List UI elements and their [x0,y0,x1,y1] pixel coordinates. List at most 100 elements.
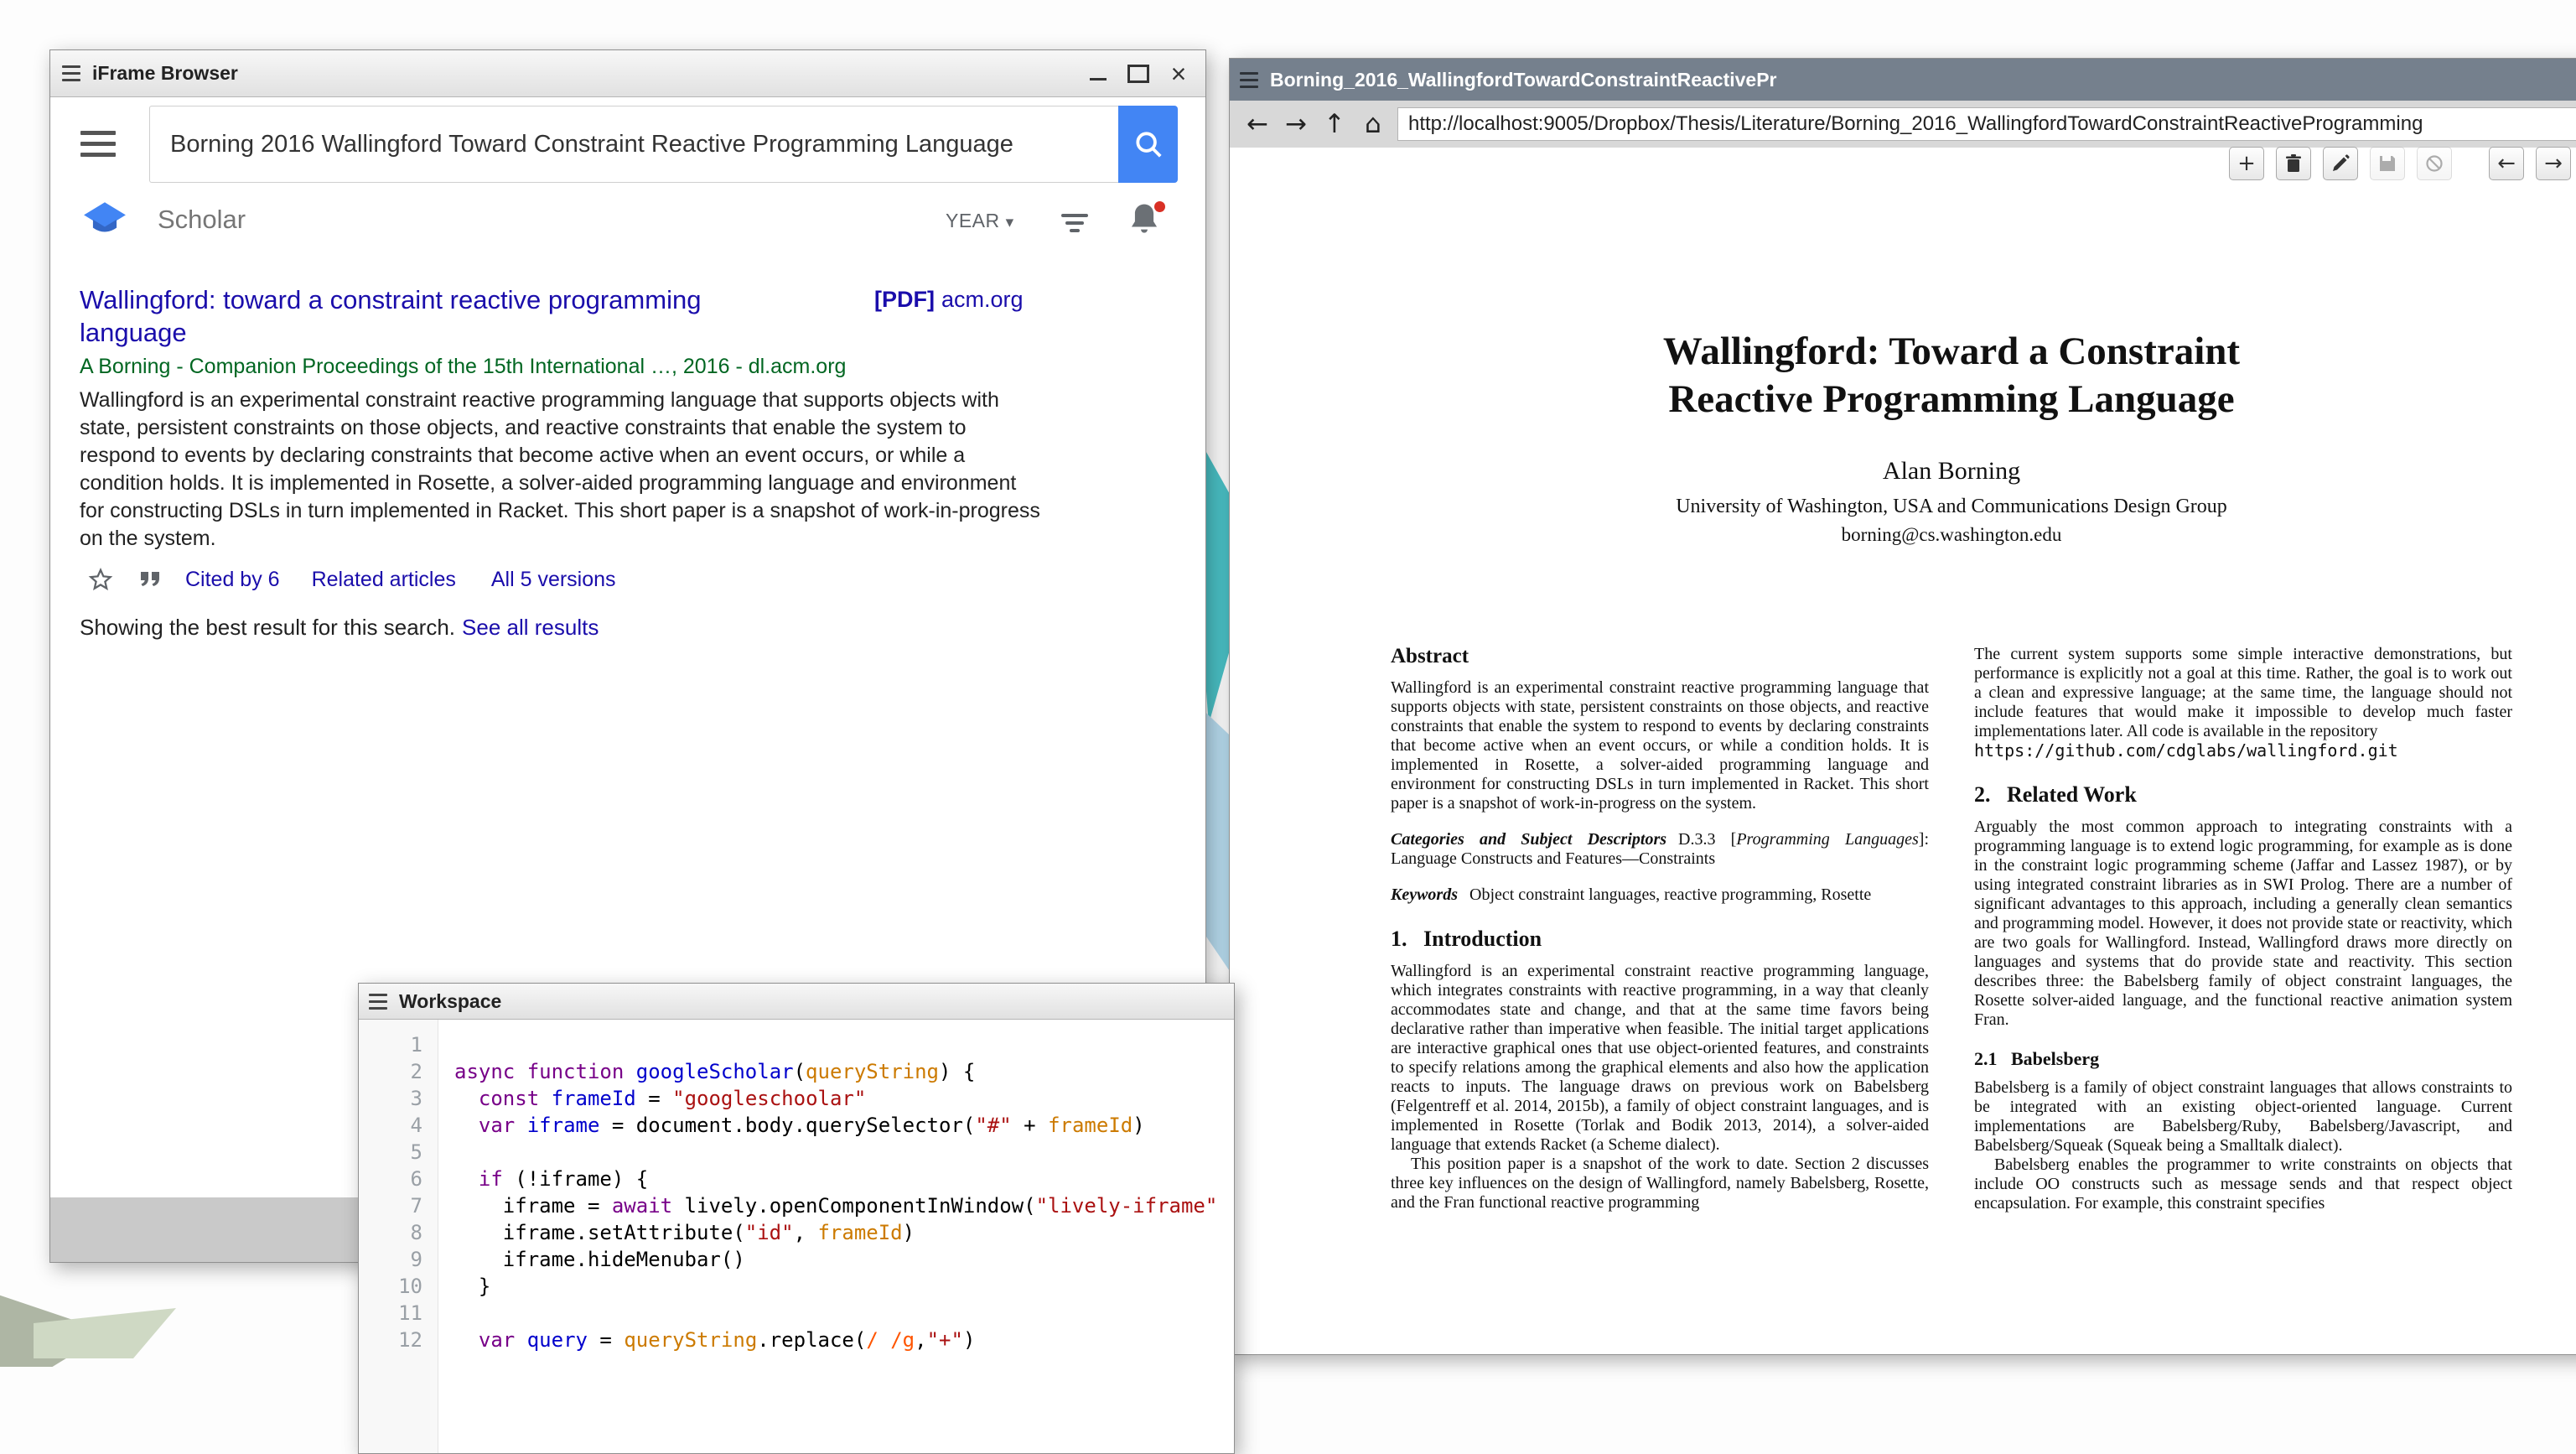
intro-paragraph-2: This position paper is a snapshot of the… [1391,1155,1929,1213]
filter-icon[interactable] [1056,208,1093,238]
cancel-button[interactable] [2417,147,2452,180]
paper-title-line1: Wallingford: Toward a Constraint [1391,328,2512,376]
code-text: iframe.setAttribute("id", frameId) [438,1219,915,1246]
line-number: 8 [359,1219,438,1246]
paper-page: Wallingford: Toward a Constraint Reactiv… [1391,328,2512,1213]
result-title-link[interactable]: Wallingford: toward a constraint reactiv… [80,283,809,349]
related-articles-link[interactable]: Related articles [312,568,456,592]
code-line[interactable]: 7 iframe = await lively.openComponentInW… [359,1192,1234,1219]
result-byline: A Borning - Companion Proceedings of the… [80,355,1090,379]
add-button[interactable]: + [2229,147,2264,180]
line-number: 3 [359,1085,438,1112]
paper-email: borning@cs.washington.edu [1391,524,2512,546]
page-prev-button[interactable]: ← [2489,147,2524,180]
workspace-title: Workspace [399,990,501,1013]
maximize-icon [1127,65,1149,83]
paper-author: Alan Borning [1391,457,2512,486]
chevron-down-icon: ▾ [1006,214,1014,231]
window-title: iFrame Browser [92,62,238,85]
section-1-heading: 1. Introduction [1391,927,1929,952]
edit-button[interactable] [2323,147,2358,180]
code-text: var query = queryString.replace(/ /g,"+"… [438,1327,975,1353]
back-button[interactable]: ← [1238,105,1277,143]
code-line[interactable]: 5 [359,1139,1234,1166]
url-input[interactable] [1397,107,2576,141]
minimize-icon [1090,78,1107,80]
code-line[interactable]: 8 iframe.setAttribute("id", frameId) [359,1219,1234,1246]
cited-by-link[interactable]: Cited by 6 [185,568,280,592]
window-menu-icon[interactable] [369,991,387,1011]
line-number: 6 [359,1166,438,1192]
paper-right-column: The current system supports some simple … [1974,645,2512,1213]
babelsberg-paragraph-1: Babelsberg is a family of object constra… [1974,1078,2512,1155]
forward-button[interactable]: → [1277,105,1315,143]
code-line[interactable]: 3 const frameId = "googleschoolar" [359,1085,1234,1112]
workspace-titlebar[interactable]: Workspace [359,984,1234,1020]
search-button[interactable] [1118,106,1178,183]
search-menu-icon[interactable] [80,127,116,160]
window-controls: × [1085,60,1192,87]
code-line[interactable]: 9 iframe.hideMenubar() [359,1246,1234,1273]
up-button[interactable]: ↑ [1315,105,1354,143]
results-footer: Showing the best result for this search.… [80,615,1090,641]
section-2-1-heading: 2.1 Babelsberg [1974,1048,2512,1070]
cite-quote-icon[interactable] [136,566,164,593]
page-next-button[interactable]: → [2536,147,2571,180]
line-number: 12 [359,1327,438,1353]
window-menu-icon[interactable] [62,64,80,84]
desktop: iFrame Browser × [0,0,2576,1350]
pdf-link[interactable]: [PDF]acm.org [874,287,1024,313]
pdf-navigation-bar: ← → ↑ ⌂ [1230,101,2576,148]
search-input[interactable] [149,106,1118,183]
categories-block: Categories and Subject DescriptorsD.3.3 … [1391,830,1929,869]
scholar-brand[interactable]: Scholar [158,205,246,235]
code-line[interactable]: 4 var iframe = document.body.querySelect… [359,1112,1234,1139]
code-line[interactable]: 6 if (!iframe) { [359,1166,1234,1192]
code-line[interactable]: 2async function googleScholar(queryStrin… [359,1058,1234,1085]
code-text: if (!iframe) { [438,1166,648,1192]
maximize-button[interactable] [1125,60,1152,87]
delete-button[interactable] [2276,147,2311,180]
scholar-logo-icon[interactable] [83,201,127,241]
code-text [438,1300,454,1327]
search-icon [1133,128,1164,160]
code-line[interactable]: 12 var query = queryString.replace(/ /g,… [359,1327,1234,1353]
code-line[interactable]: 1 [359,1031,1234,1058]
pdf-source: acm.org [941,287,1024,312]
line-number: 4 [359,1112,438,1139]
result-actions: Cited by 6 Related articles All 5 versio… [80,566,1090,593]
all-versions-link[interactable]: All 5 versions [491,568,616,592]
pencil-icon [2331,154,2350,173]
keywords-text: Object constraint languages, reactive pr… [1469,885,1871,904]
code-line[interactable]: 11 [359,1300,1234,1327]
see-all-results-link[interactable]: See all results [462,615,599,640]
save-button[interactable] [2370,147,2405,180]
pdf-content: Wallingford: Toward a Constraint Reactiv… [1230,148,2576,1354]
home-button[interactable]: ⌂ [1354,105,1392,143]
close-button[interactable]: × [1165,60,1192,87]
keywords-label: Keywords [1391,885,1458,904]
browser-titlebar[interactable]: iFrame Browser × [50,50,1205,97]
line-number: 10 [359,1273,438,1300]
pdf-window-title: Borning_2016_WallingfordTowardConstraint… [1270,69,1777,91]
paper-affiliation: University of Washington, USA and Commun… [1391,496,2512,518]
search-result: Wallingford: toward a constraint reactiv… [80,283,1090,641]
save-star-icon[interactable] [86,566,115,593]
code-editor[interactable]: 12async function googleScholar(queryStri… [359,1020,1234,1453]
code-text: iframe.hideMenubar() [438,1246,745,1273]
notifications-bell-button[interactable] [1128,201,1167,241]
pdf-titlebar[interactable]: Borning_2016_WallingfordTowardConstraint… [1230,59,2576,101]
line-number: 2 [359,1058,438,1085]
ban-icon [2425,154,2444,173]
result-snippet: Wallingford is an experimental constrain… [80,387,1044,553]
intro-paragraph-1: Wallingford is an experimental constrain… [1391,962,1929,1155]
line-number: 1 [359,1031,438,1058]
abstract-heading: Abstract [1391,645,1929,668]
minimize-button[interactable] [1085,60,1112,87]
workspace-window: Workspace 12async function googleScholar… [358,983,1235,1454]
code-text: iframe = await lively.openComponentInWin… [438,1192,1217,1219]
scholar-cap-icon [83,201,127,241]
code-line[interactable]: 10 } [359,1273,1234,1300]
window-menu-icon[interactable] [1240,70,1258,90]
year-filter-dropdown[interactable]: YEAR▾ [946,210,1014,232]
